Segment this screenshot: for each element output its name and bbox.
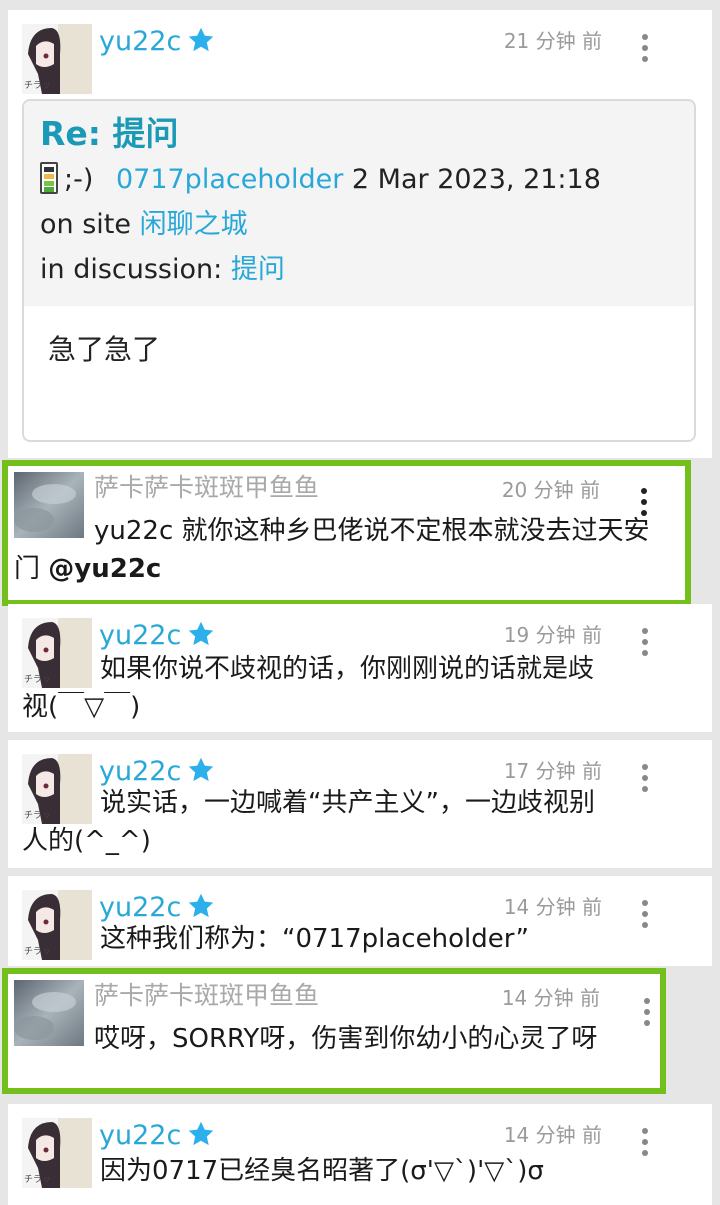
timestamp: 17 分钟 前 (503, 759, 602, 783)
comment-card-highlighted: 萨卡萨卡斑斑甲鱼鱼 14 分钟 前 哎呀，SORRY呀，伤害到你幼小的心灵了呀 (2, 968, 666, 1094)
username[interactable]: 萨卡萨卡斑斑甲鱼鱼 (94, 978, 319, 1014)
username[interactable]: yu22c (99, 1118, 215, 1154)
comment-text: 这种我们称为：“0717placeholder” (100, 924, 529, 954)
comment-text: 因为0717已经臭名昭著了(σ'▽`)'▽`)σ (100, 1156, 544, 1186)
comment-text: 哎呀，SORRY呀，伤害到你幼小的心灵了呀 (94, 1024, 598, 1054)
timestamp: 20 分钟 前 (501, 478, 600, 502)
battery-icon (40, 162, 58, 194)
quote-title[interactable]: Re: 提问 (40, 111, 694, 157)
quote-meta: ;-) 0717placeholder 2 Mar 2023, 21:18 (40, 157, 694, 202)
username[interactable]: 萨卡萨卡斑斑甲鱼鱼 (94, 470, 319, 506)
site-link[interactable]: 闲聊之城 (140, 209, 248, 240)
timestamp: 14 分钟 前 (501, 986, 600, 1010)
kebab-menu-icon[interactable] (640, 1128, 650, 1156)
discussion-link[interactable]: 提问 (231, 254, 285, 285)
star-icon (189, 27, 214, 52)
kebab-menu-icon[interactable] (642, 998, 652, 1026)
quote-date: 2 Mar 2023, 21:18 (351, 164, 601, 195)
quote-user-link[interactable]: 0717placeholder (116, 164, 343, 195)
star-icon (189, 893, 214, 918)
kebab-menu-icon[interactable] (640, 900, 650, 928)
star-icon (189, 1121, 214, 1146)
comment-card-highlighted: 萨卡萨卡斑斑甲鱼鱼 20 分钟 前 yu22c 就你这种乡巴佬说不定根本就没去过… (2, 460, 691, 606)
quoted-post[interactable]: Re: 提问 ;-) 0717placeholder 2 Mar 2023, 2… (22, 99, 696, 442)
quote-site-line: on site 闲聊之城 (40, 209, 248, 240)
timestamp: 21 分钟 前 (503, 29, 602, 53)
svg-text:チラッ: チラッ (24, 80, 51, 91)
comment-text: yu22c 就你这种乡巴佬说不定根本就没去过天安门 @yu22c (14, 516, 650, 584)
quote-discussion-line: in discussion: 提问 (40, 254, 285, 285)
timestamp: 19 分钟 前 (503, 623, 602, 647)
kebab-menu-icon[interactable] (640, 764, 650, 792)
quote-body: 急了急了 (48, 333, 161, 366)
kebab-menu-icon[interactable] (640, 628, 650, 656)
star-icon (189, 757, 214, 782)
comment-text: 说实话，一边喊着“共产主义”，一边歧视别人的(^_^) (22, 788, 595, 856)
comment-card: チラッ yu22c 19 分钟 前 如果你说不歧视的话，你刚刚说的话就是歧视(￣… (8, 604, 712, 732)
emote-text: ;-) (64, 164, 94, 195)
comment-card: チラッ yu22c 14 分钟 前 因为0717已经臭名昭著了(σ'▽`)'▽`… (8, 1104, 712, 1205)
comment-text: 如果你说不歧视的话，你刚刚说的话就是歧视(￣▽￣) (22, 654, 595, 722)
timestamp: 14 分钟 前 (503, 895, 602, 919)
comment-card: チラッ yu22c 14 分钟 前 这种我们称为：“0717placeholde… (8, 876, 712, 966)
user-avatar[interactable]: チラッ (22, 24, 92, 94)
username[interactable]: yu22c (99, 24, 215, 60)
comment-card: チラッ yu22c 21 分钟 前 Re: 提问 ;-) 0717placeho… (8, 10, 712, 458)
username[interactable]: yu22c (99, 618, 215, 654)
mention-link[interactable]: @yu22c (48, 554, 161, 584)
timestamp: 14 分钟 前 (503, 1123, 602, 1147)
kebab-menu-icon[interactable] (640, 34, 650, 62)
star-icon (189, 621, 214, 646)
comment-card: チラッ yu22c 17 分钟 前 说实话，一边喊着“共产主义”，一边歧视别人的… (8, 740, 712, 868)
